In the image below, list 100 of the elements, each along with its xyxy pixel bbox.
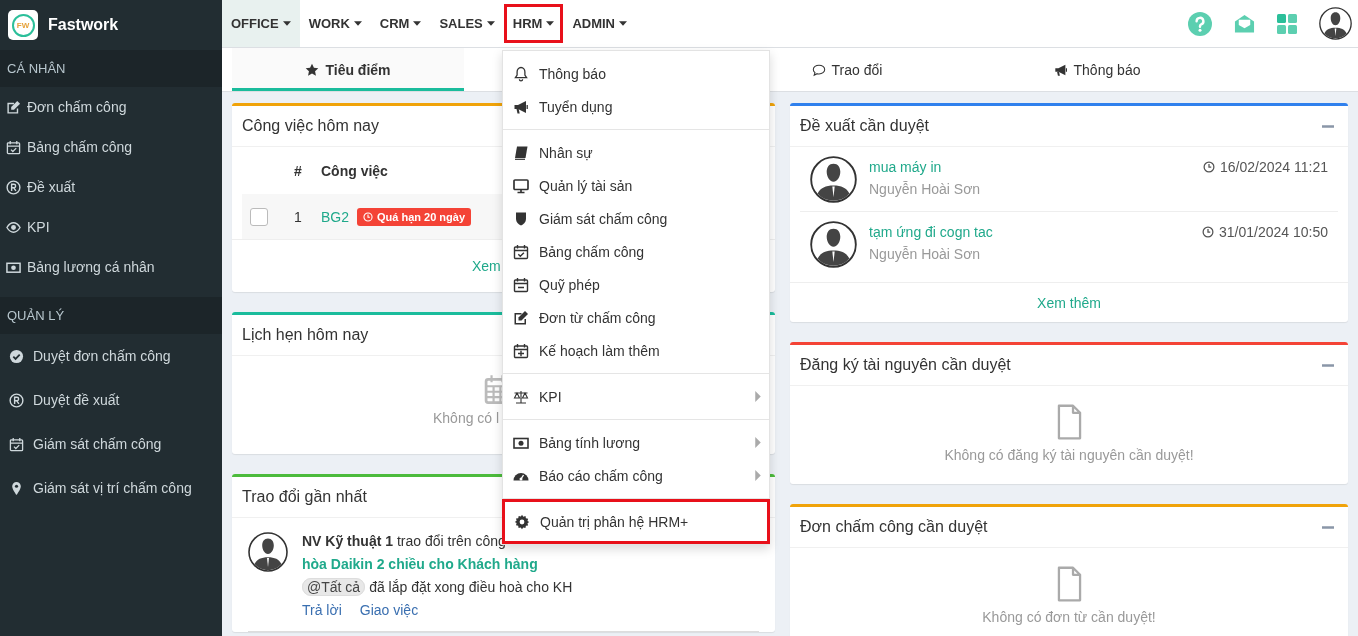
nav-menu-item[interactable]: HRM [503, 0, 564, 47]
menu-item[interactable]: Thông báo [503, 57, 769, 90]
menu-item[interactable]: Bảng tính lương [503, 426, 769, 459]
calendar-check-icon [6, 139, 21, 155]
tab[interactable]: Tiêu điểm [232, 48, 464, 91]
collapse-icon[interactable] [1322, 363, 1334, 367]
sidebar-item[interactable]: Đề xuất [27, 179, 76, 195]
app-name: Fastwork [48, 16, 119, 34]
card-title: Công việc hôm nay [242, 117, 379, 135]
menu-item[interactable]: Bảng chấm công [503, 235, 769, 268]
check-circle-icon [9, 348, 24, 364]
caret-icon [353, 21, 362, 26]
chevron-right-icon [755, 391, 761, 402]
nav-menu-item[interactable]: ADMIN [563, 0, 636, 47]
card-title: Trao đổi gần nhất [242, 488, 367, 506]
calendar-plus-icon [513, 342, 529, 359]
menu-item[interactable]: Kế hoạch làm thêm [503, 334, 769, 367]
menu-item[interactable]: Báo cáo chấm công [503, 459, 769, 492]
edit-icon [513, 309, 529, 326]
card-title: Đăng ký tài nguyên cần duyệt [800, 356, 1011, 374]
menu-item[interactable]: Quản lý tài sản [503, 169, 769, 202]
user-avatar [810, 221, 857, 268]
timestamp: 31/01/2024 10:50 [1219, 224, 1328, 240]
sidebar-section-title: QUẢN LÝ [0, 297, 222, 334]
card-title: Đơn chấm công cần duyệt [800, 518, 988, 536]
megaphone-icon [1053, 62, 1068, 77]
author-name: Nguyễn Hoài Sơn [869, 246, 982, 262]
menu-item[interactable]: Quỹ phép [503, 268, 769, 301]
sidebar-item[interactable]: Duyệt đề xuất [33, 392, 120, 408]
collapse-icon[interactable] [1322, 525, 1334, 529]
user-avatar[interactable] [1319, 7, 1352, 40]
sidebar-item[interactable]: KPI [27, 219, 50, 235]
column-header: # [294, 162, 303, 179]
row-number: 1 [294, 208, 303, 225]
empty-message: Không có đơn từ cần duyệt! [982, 609, 1156, 625]
sidebar-item[interactable]: Bảng lương cá nhân [27, 259, 155, 275]
caret-icon [619, 21, 627, 26]
mention-tag: @Tất cả [302, 578, 366, 596]
timestamp: 16/02/2024 11:21 [1220, 159, 1328, 175]
speech-bubble-icon [811, 62, 826, 77]
menu-item[interactable]: Đơn từ chấm công [503, 301, 769, 334]
menu-item[interactable]: Quản trị phân hệ HRM+ [502, 499, 770, 544]
nav-menu-item[interactable]: CRM [370, 0, 431, 47]
sidebar-item[interactable]: Giám sát vị trí chấm công [33, 480, 192, 496]
menu-item[interactable]: KPI [503, 380, 769, 413]
nav-menu-item[interactable]: OFFICE [222, 0, 300, 47]
menu-item[interactable]: Nhân sự [503, 136, 769, 169]
action-link[interactable]: Trả lời [302, 601, 342, 620]
calendar-check-icon [513, 243, 529, 260]
tab[interactable]: Thông báo [1049, 48, 1145, 91]
balance-scale-icon [513, 388, 529, 405]
menu-item[interactable]: Giám sát chấm công [503, 202, 769, 235]
nav-menu-item[interactable]: SALES [430, 0, 504, 47]
menu-item[interactable]: Tuyển dụng [503, 90, 769, 123]
sidebar-section-title: CÁ NHÂN [0, 50, 222, 87]
settings-icon [514, 513, 530, 530]
calendar-minus-icon [513, 276, 529, 293]
tab[interactable]: Trao đổi [807, 48, 887, 91]
app-logo: FW [11, 13, 35, 37]
chevron-right-icon [755, 437, 761, 448]
collapse-icon[interactable] [1322, 124, 1334, 128]
user-avatar [248, 532, 288, 572]
registered-icon [9, 392, 24, 408]
action-link[interactable]: Giao việc [359, 601, 419, 620]
sidebar-item[interactable]: Bảng chấm công [27, 139, 133, 155]
column-header: Công việc [321, 162, 389, 179]
card-title: Đề xuất cần duyệt [800, 117, 929, 135]
envelope-icon[interactable] [1234, 13, 1255, 34]
clock-icon [1203, 161, 1216, 173]
empty-message: Không có l [433, 410, 501, 426]
registered-icon [6, 179, 21, 195]
card-title: Lịch hẹn hôm nay [242, 326, 369, 344]
star-icon [305, 62, 320, 77]
sidebar-item[interactable]: Đơn chấm công [27, 99, 127, 115]
chevron-right-icon [755, 470, 761, 481]
overdue-badge: Quá hạn 20 ngày [357, 207, 472, 226]
clock-icon [1202, 226, 1214, 238]
clock-icon [363, 211, 373, 222]
apps-grid-icon[interactable] [1277, 13, 1297, 34]
caret-icon [546, 21, 555, 26]
empty-message: Không có đăng ký tài nguyên cần duyệt! [944, 447, 1194, 463]
edit-icon [6, 99, 21, 115]
eye-icon [6, 219, 21, 235]
checkbox[interactable] [250, 207, 268, 226]
caret-icon [282, 21, 291, 26]
map-pin-icon [9, 480, 24, 496]
caret-icon [486, 21, 495, 26]
post-message: đã lắp đặt xong điều hoà cho KH [369, 579, 573, 595]
shield-icon [513, 210, 529, 227]
book-icon [513, 144, 529, 161]
monitor-icon [513, 177, 529, 194]
sidebar-item[interactable]: Duyệt đơn chấm công [33, 348, 171, 364]
bell-icon [513, 65, 529, 82]
help-icon[interactable] [1188, 11, 1212, 36]
author-name: Nguyễn Hoài Sơn [869, 181, 982, 197]
caret-icon [413, 21, 422, 26]
sidebar-item[interactable]: Giám sát chấm công [33, 436, 162, 452]
calendar-check-icon [9, 436, 24, 452]
megaphone-icon [513, 98, 529, 115]
nav-menu-item[interactable]: WORK [299, 0, 371, 47]
